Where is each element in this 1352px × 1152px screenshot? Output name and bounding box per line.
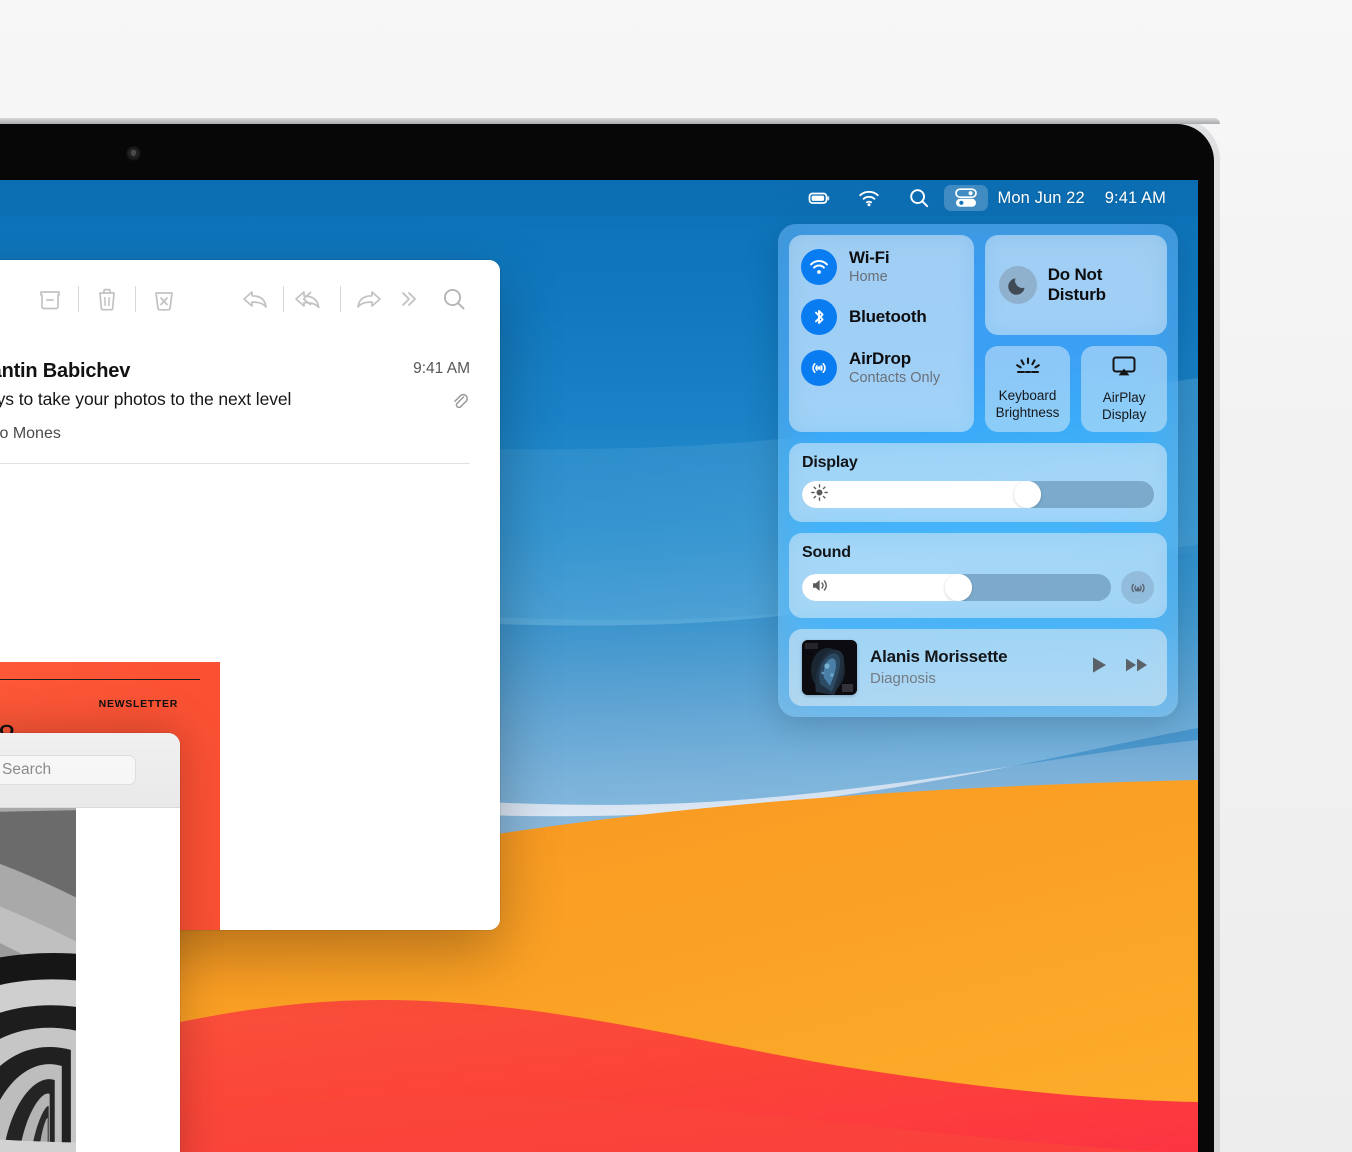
screen: Mon Jun 22 9:41 AM ntin Babichev 9:41 AM… — [0, 180, 1198, 1152]
message-to-value: Nerio Mones — [0, 425, 61, 442]
message-subject: New ways to take your photos to the next… — [0, 389, 292, 409]
toolbar-divider — [78, 286, 80, 312]
mail-toolbar — [0, 260, 500, 338]
keyboard-brightness-label: Keyboard Brightness — [995, 388, 1060, 420]
speaker-icon — [811, 577, 830, 599]
search-input[interactable]: Search — [0, 755, 136, 785]
wifi-network-name: Home — [849, 268, 888, 285]
screenshot-root: Mon Jun 22 9:41 AM ntin Babichev 9:41 AM… — [0, 0, 1352, 1152]
play-icon[interactable] — [1088, 654, 1110, 681]
wifi-icon[interactable] — [844, 184, 894, 212]
search-placeholder: Search — [2, 761, 52, 778]
message-header: KB Konstantin Babichev 9:41 AM New ways … — [0, 338, 500, 443]
photos-window-right-gutter — [76, 808, 180, 1152]
toolbar-divider — [134, 286, 136, 312]
sound-volume-slider[interactable] — [802, 574, 1111, 601]
dnd-label: Do Not Disturb — [1047, 264, 1106, 304]
airplay-display-label: AirPlay Display — [1102, 390, 1147, 422]
junk-icon[interactable] — [144, 277, 184, 321]
control-center-tiles: Keyboard Brightness AirPlay Display — [984, 346, 1167, 432]
control-center-icon[interactable] — [943, 185, 988, 211]
airdrop-icon — [801, 349, 837, 386]
photos-toolbar: Search — [0, 733, 180, 808]
airdrop-label: AirDrop — [849, 349, 911, 369]
forward-icon[interactable] — [349, 277, 389, 321]
airplay-icon — [1110, 355, 1138, 384]
display-brightness-card: Display — [789, 443, 1167, 522]
delete-icon[interactable] — [87, 277, 127, 321]
menubar-date: Mon Jun 22 — [997, 188, 1085, 207]
now-playing-artist: Alanis Morissette — [870, 647, 1008, 667]
photos-window: Search — [0, 733, 180, 1152]
reply-icon[interactable] — [235, 277, 275, 321]
newsletter-type: NEWSLETTER — [98, 698, 178, 710]
airdrop-mode: Contacts Only — [849, 369, 941, 386]
now-playing-track: Diagnosis — [870, 669, 936, 687]
connectivity-card: Wi-Fi Home Bluetooth AirDrop Contacts On… — [789, 235, 974, 432]
do-not-disturb-toggle[interactable]: Do Not Disturb — [984, 235, 1167, 335]
wifi-toggle[interactable]: Wi-Fi Home — [801, 248, 962, 285]
wifi-label: Wi-Fi — [849, 248, 890, 267]
bluetooth-icon — [801, 299, 837, 336]
reply-all-icon[interactable] — [292, 277, 332, 321]
sound-label: Sound — [802, 544, 851, 561]
laptop-lid-edge — [0, 118, 1220, 124]
airdrop-toggle[interactable]: AirDrop Contacts Only — [801, 349, 962, 386]
keyboard-brightness-tile[interactable]: Keyboard Brightness — [984, 346, 1071, 432]
media-controls — [1088, 654, 1154, 681]
display-label: Display — [802, 454, 858, 471]
menubar-clock: 9:41 AM — [1104, 188, 1166, 207]
airplay-display-tile[interactable]: AirPlay Display — [1081, 346, 1167, 432]
message-recipient: To: Nerio Mones — [0, 425, 470, 443]
bluetooth-label: Bluetooth — [849, 307, 927, 327]
control-center-right-column: Do Not Disturb Keyboard Brightness AirPl… — [984, 235, 1167, 432]
menu-bar: Mon Jun 22 9:41 AM — [0, 180, 1198, 216]
brightness-icon — [811, 483, 828, 506]
moon-icon — [998, 266, 1037, 304]
now-playing-card: Alanis Morissette Diagnosis — [789, 629, 1167, 706]
spotlight-search-icon[interactable] — [894, 184, 944, 212]
facetime-camera-icon — [126, 146, 141, 161]
message-sender: Konstantin Babichev — [0, 360, 131, 382]
message-divider — [0, 463, 470, 464]
mail-search-icon[interactable] — [434, 277, 474, 321]
control-center-top-row: Wi-Fi Home Bluetooth AirDrop Contacts On… — [789, 235, 1167, 432]
bluetooth-toggle[interactable]: Bluetooth — [801, 299, 962, 336]
display-brightness-slider[interactable] — [802, 481, 1154, 508]
airplay-audio-icon[interactable] — [1121, 571, 1154, 604]
toolbar-divider — [339, 286, 341, 312]
keyboard-brightness-icon — [1014, 357, 1042, 382]
album-artwork — [802, 640, 857, 695]
fast-forward-icon[interactable] — [1124, 654, 1150, 681]
more-icon[interactable] — [389, 277, 429, 321]
paperclip-icon — [450, 391, 470, 416]
sound-card: Sound — [789, 533, 1167, 618]
battery-icon[interactable] — [794, 184, 844, 212]
newsletter-kicker-row: JUNE NEWSLETTER — [0, 679, 200, 710]
archive-icon[interactable] — [30, 277, 70, 321]
control-center: Wi-Fi Home Bluetooth AirDrop Contacts On… — [778, 224, 1178, 717]
message-time: 9:41 AM — [413, 360, 470, 377]
wifi-icon — [801, 248, 837, 285]
toolbar-divider — [283, 286, 285, 312]
